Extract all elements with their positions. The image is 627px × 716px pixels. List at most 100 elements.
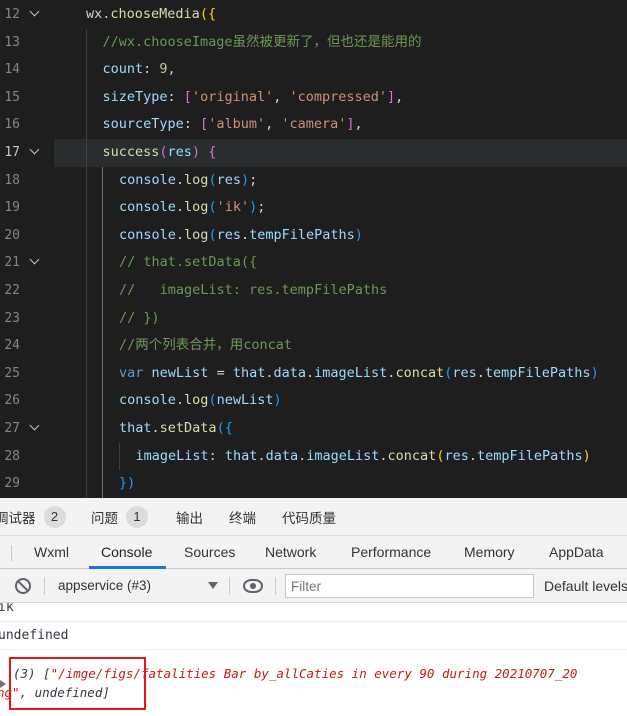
tab-wxml[interactable]: Wxml bbox=[34, 536, 69, 569]
fold-chevron-icon[interactable] bbox=[30, 148, 39, 157]
code-token: success bbox=[102, 144, 160, 160]
code-token: that bbox=[224, 447, 258, 464]
code-token: : bbox=[183, 116, 201, 133]
code-token: 'ik' bbox=[216, 199, 250, 216]
tab-code-quality-label: 代码质量 bbox=[282, 511, 336, 526]
tab-debugger[interactable]: 调试器 2 bbox=[0, 498, 66, 536]
code-line[interactable]: sizeType: ['original', 'compressed'], bbox=[54, 84, 627, 112]
line-gutter: 13 bbox=[0, 29, 54, 57]
code-line[interactable]: console.log(res.tempFilePaths) bbox=[54, 222, 627, 250]
code-token: 'album' bbox=[208, 116, 266, 133]
tab-code-quality[interactable]: 代码质量 bbox=[282, 498, 336, 536]
code-token: imageList bbox=[314, 364, 388, 381]
eye-icon[interactable] bbox=[243, 579, 263, 593]
code-token: that bbox=[119, 420, 152, 436]
tab-terminal[interactable]: 终端 bbox=[229, 498, 256, 536]
code-token: log bbox=[184, 171, 209, 188]
tab-output[interactable]: 输出 bbox=[176, 498, 203, 536]
code-text: //wx.chooseImage虽然被更新了，但也还是能用的 bbox=[103, 29, 422, 57]
line-gutter: 23 bbox=[0, 305, 54, 333]
code-line[interactable]: console.log(newList) bbox=[54, 387, 627, 415]
fold-chevron-icon[interactable] bbox=[30, 424, 39, 433]
line-number: 12 bbox=[4, 7, 20, 22]
line-gutter: 29 bbox=[0, 470, 54, 498]
clear-console-icon[interactable] bbox=[15, 578, 31, 594]
code-line[interactable]: count: 9, bbox=[54, 56, 627, 84]
code-line[interactable]: console.log(res); bbox=[54, 167, 627, 195]
code-line[interactable]: //两个列表合并，用concat bbox=[54, 332, 627, 360]
line-gutter: 20 bbox=[0, 222, 54, 250]
code-token: log bbox=[184, 392, 209, 409]
code-token: ) bbox=[249, 199, 258, 216]
fold-chevron-icon[interactable] bbox=[30, 10, 39, 19]
code-token: newList bbox=[151, 364, 209, 381]
code-text: wx.chooseMedia({ bbox=[86, 1, 216, 29]
console-toolbar: appservice (#3) Default levels bbox=[0, 569, 627, 603]
code-token: imageList bbox=[135, 447, 209, 464]
bottom-panel-tabs: 调试器 2 问题 1 输出 终端 代码质量 bbox=[0, 498, 627, 536]
filter-input[interactable] bbox=[285, 574, 534, 598]
line-number: 13 bbox=[4, 34, 20, 50]
code-line[interactable]: that.setData({ bbox=[54, 415, 627, 443]
line-number: 16 bbox=[4, 117, 20, 133]
tab-appdata[interactable]: AppData bbox=[549, 536, 603, 569]
log-levels-dropdown[interactable]: Default levels bbox=[544, 569, 627, 603]
code-line[interactable]: var newList = that.data.imageList.concat… bbox=[54, 360, 627, 388]
code-text: // }) bbox=[119, 305, 160, 333]
code-token: ) bbox=[191, 144, 209, 160]
indent-guide bbox=[119, 442, 120, 471]
code-token: sizeType bbox=[102, 88, 168, 105]
code-line[interactable]: //wx.chooseImage虽然被更新了，但也还是能用的 bbox=[54, 29, 627, 57]
tab-terminal-label: 终端 bbox=[229, 511, 256, 526]
line-gutter: 27 bbox=[0, 415, 54, 443]
line-gutter: 26 bbox=[0, 387, 54, 415]
line-number: 25 bbox=[4, 365, 20, 381]
tab-memory[interactable]: Memory bbox=[464, 536, 515, 569]
problems-count-badge: 1 bbox=[126, 506, 148, 528]
code-token: ] bbox=[346, 116, 355, 133]
code-line[interactable]: // that.setData({ bbox=[54, 249, 627, 277]
code-token: . bbox=[298, 447, 307, 464]
line-gutter: 12 bbox=[0, 1, 54, 29]
tab-network[interactable]: Network bbox=[265, 536, 316, 569]
code-line[interactable]: sourceType: ['album', 'camera'], bbox=[54, 111, 627, 139]
code-token: wx bbox=[86, 6, 103, 22]
line-number: 15 bbox=[4, 89, 20, 105]
code-token: : bbox=[208, 447, 225, 464]
code-token: , bbox=[354, 116, 363, 133]
code-token: . bbox=[257, 447, 266, 464]
line-gutter: 24 bbox=[0, 332, 54, 360]
code-line[interactable]: success(res) { bbox=[54, 139, 627, 167]
code-token: tempFilePaths bbox=[249, 226, 355, 243]
context-selector[interactable]: appservice (#3) bbox=[58, 569, 151, 603]
code-token: //wx.chooseImage虽然被更新了，但也还是能用的 bbox=[102, 33, 422, 50]
code-token: { bbox=[208, 144, 217, 160]
code-text: console.log(res); bbox=[119, 167, 257, 195]
line-number: 24 bbox=[4, 338, 20, 354]
line-number: 21 bbox=[4, 255, 20, 271]
code-line[interactable]: // }) bbox=[54, 305, 627, 333]
code-token: }) bbox=[119, 475, 136, 492]
tab-problems[interactable]: 问题 1 bbox=[91, 498, 148, 536]
highlight-box bbox=[9, 657, 146, 710]
code-token: ) bbox=[273, 392, 282, 409]
line-gutter: 18 bbox=[0, 167, 54, 195]
fold-chevron-icon[interactable] bbox=[30, 258, 39, 267]
line-number: 20 bbox=[4, 227, 20, 243]
code-line[interactable]: console.log('ik'); bbox=[54, 194, 627, 222]
code-token: res bbox=[167, 144, 192, 160]
tab-sources[interactable]: Sources bbox=[184, 536, 235, 569]
code-token: : bbox=[143, 61, 160, 78]
code-editor[interactable]: wx.chooseMedia({ 12 //wx.chooseImage虽然被更新了… bbox=[0, 0, 627, 498]
code-line[interactable]: wx.chooseMedia({ bbox=[54, 1, 627, 29]
tab-console[interactable]: Console bbox=[101, 536, 152, 569]
code-line[interactable]: }) bbox=[54, 470, 627, 498]
code-token: sourceType bbox=[102, 116, 184, 133]
code-token: , bbox=[167, 61, 176, 78]
code-token: . bbox=[306, 364, 315, 381]
chevron-down-icon[interactable] bbox=[208, 582, 218, 589]
code-token: res bbox=[444, 447, 469, 464]
code-line[interactable]: // imageList: res.tempFilePaths bbox=[54, 277, 627, 305]
code-line[interactable]: imageList: that.data.imageList.concat(re… bbox=[54, 443, 627, 471]
tab-performance[interactable]: Performance bbox=[351, 536, 431, 569]
